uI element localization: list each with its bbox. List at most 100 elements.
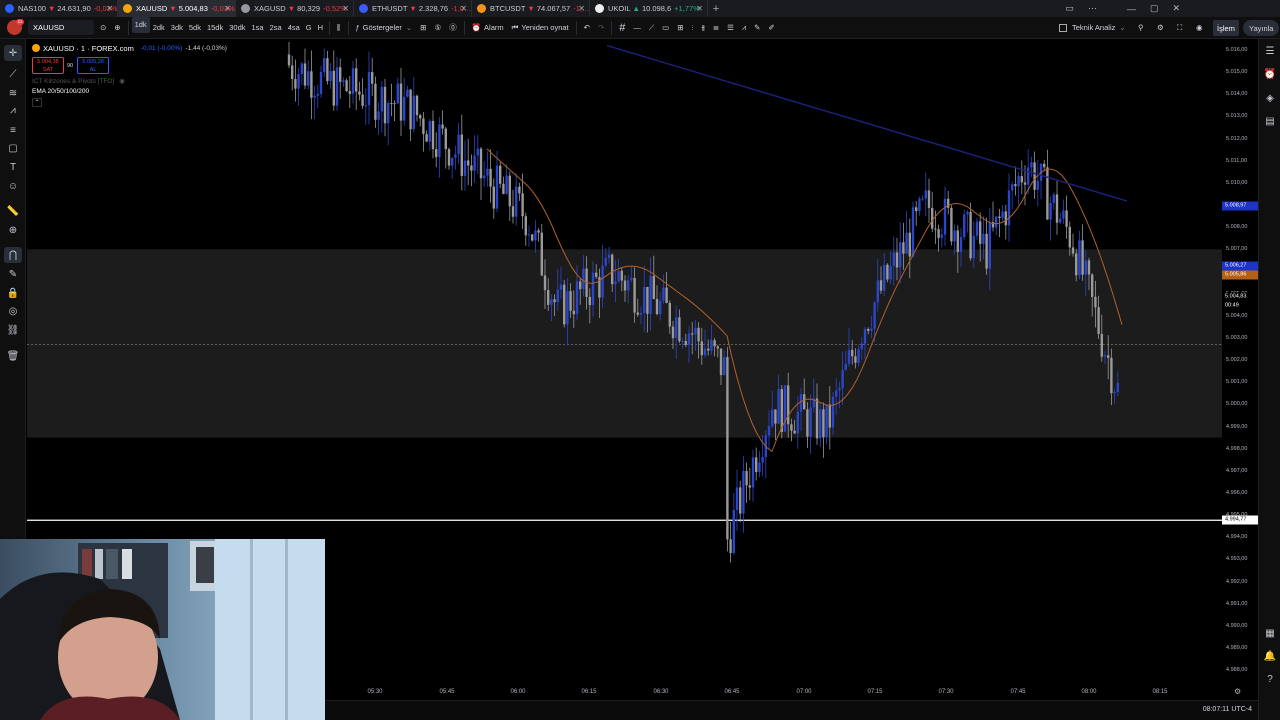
browser-tab-xauusd[interactable]: XAUUSD ▼ 5.004,83 -0,03% ✕ xyxy=(118,0,236,17)
icons-tool-icon[interactable]: ☺ xyxy=(4,178,22,194)
vertical-tools-icon[interactable]: ⫶ xyxy=(688,17,698,39)
maximize-icon[interactable]: ▢ xyxy=(1150,3,1159,14)
calendar-icon[interactable]: ▦ xyxy=(1262,625,1278,641)
compare-icon[interactable]: ⊙ xyxy=(96,17,110,39)
cast-icon[interactable]: ▭ xyxy=(1065,3,1074,14)
close-tab-icon[interactable]: ✕ xyxy=(224,4,231,13)
time-scale-settings-icon[interactable]: ⚙ xyxy=(1234,687,1241,696)
close-tab-icon[interactable]: ✕ xyxy=(696,4,703,13)
close-window-icon[interactable]: ✕ xyxy=(1172,3,1180,14)
indicator-killzones[interactable]: ICT Killzones & Pivots [TFO] ◉ xyxy=(32,76,227,86)
new-tab-icon[interactable]: + xyxy=(708,3,724,15)
templates-icon[interactable]: ⊞ xyxy=(416,17,430,39)
counter-0[interactable]: ⓪ xyxy=(445,17,461,39)
interval-15dk[interactable]: 15dk xyxy=(204,17,226,39)
candle-body xyxy=(819,409,822,439)
redo-icon[interactable]: ↷ xyxy=(594,17,608,39)
crosshair-icon[interactable]: ✛ xyxy=(4,45,22,61)
interval-G[interactable]: G xyxy=(303,17,315,39)
forecast-tool-icon[interactable]: ≡ xyxy=(4,122,22,138)
close-tab-icon[interactable]: ✕ xyxy=(342,4,349,13)
indicator-ema[interactable]: EMA 20/50/100/200 xyxy=(32,86,227,96)
fullscreen-icon[interactable]: ⛶ xyxy=(1173,17,1186,39)
alarm-button[interactable]: ⏰ Alarm xyxy=(468,17,508,39)
replay-button[interactable]: ⏮ Yeniden oynat xyxy=(508,17,573,39)
levels-icon[interactable]: ☰ xyxy=(723,17,738,39)
lightning-icon[interactable]: ⚲ xyxy=(1134,17,1148,39)
interval-30dk[interactable]: 30dk xyxy=(226,17,248,39)
collapse-legend-icon[interactable]: ⌃ xyxy=(32,98,42,107)
interval-5dk[interactable]: 5dk xyxy=(186,17,204,39)
publish-button[interactable]: Yayınla xyxy=(1243,20,1280,36)
pencil-icon[interactable]: ✐ xyxy=(764,17,778,39)
link-icon[interactable]: ⛓ xyxy=(4,322,22,338)
interval-4sa[interactable]: 4sa xyxy=(285,17,303,39)
alerts-icon[interactable]: ⏰ xyxy=(1262,66,1278,82)
browser-tab-ukoil[interactable]: UKOIL ▲ 10.098,6 +1,77% ✕ xyxy=(590,0,708,17)
close-tab-icon[interactable]: ✕ xyxy=(460,4,467,13)
trend-line-tool-icon[interactable]: ⟋ xyxy=(4,66,22,82)
drawing-mode-icon[interactable]: ✎ xyxy=(4,266,22,282)
trade-button[interactable]: İşlem xyxy=(1213,20,1239,36)
buy-button[interactable]: 5.005,28 AL xyxy=(77,57,110,74)
camera-icon[interactable]: ◉ xyxy=(1192,17,1207,39)
legend-title[interactable]: XAUUSD · 1 · FOREX.com xyxy=(43,44,134,53)
measure-icon[interactable]: ⫵ xyxy=(697,17,708,39)
interval-H[interactable]: H xyxy=(315,17,326,39)
candle-body xyxy=(582,268,585,290)
pattern-tool-icon[interactable]: ⩘ xyxy=(4,102,22,118)
hide-icon[interactable]: ◎ xyxy=(4,303,22,319)
interval-2dk[interactable]: 2dk xyxy=(150,17,168,39)
candle-body xyxy=(1046,167,1049,220)
interval-2sa[interactable]: 2sa xyxy=(267,17,285,39)
sell-button[interactable]: 5.004,38 SAT xyxy=(32,57,64,74)
chat-icon[interactable]: ▤ xyxy=(1262,113,1278,129)
ruler-icon[interactable]: 📏 xyxy=(4,203,22,219)
close-tab-icon[interactable]: ✕ xyxy=(578,4,585,13)
trash-icon[interactable]: 🗑 xyxy=(4,348,22,364)
interval-1dk[interactable]: 1dk xyxy=(131,16,150,33)
fib-icon[interactable]: ≣ xyxy=(709,17,723,39)
indicators-button[interactable]: ƒ Göstergeler ⌄ xyxy=(352,17,417,39)
browser-tab-ethusdt[interactable]: ETHUSDT ▼ 2.328,76 -1,0… ✕ xyxy=(354,0,472,17)
candle-body xyxy=(873,302,876,329)
pattern-icon[interactable]: ⩘ xyxy=(738,17,750,39)
notifications-icon[interactable]: 🔔 xyxy=(1262,648,1278,664)
browser-tab-btcusdt[interactable]: BTCUSDT ▼ 74.067,57 -1,… ✕ xyxy=(472,0,590,17)
fib-grid-icon[interactable]: ⊞ xyxy=(673,17,687,39)
zoom-icon[interactable]: ⊕ xyxy=(4,222,22,238)
watchlist-icon[interactable]: ☰ xyxy=(1262,43,1278,59)
horizontal-line-icon[interactable]: — xyxy=(629,17,645,39)
text-tool-icon[interactable]: T xyxy=(4,159,22,175)
fib-tool-icon[interactable]: ≋ xyxy=(4,85,22,101)
menu-icon[interactable]: ⋯ xyxy=(1088,3,1097,14)
eye-icon[interactable]: ◉ xyxy=(119,77,125,85)
close-tab-icon[interactable]: ✕ xyxy=(106,4,113,13)
trend-line-icon[interactable]: ⟋ xyxy=(645,17,658,39)
rectangle-icon[interactable]: ▭ xyxy=(658,17,673,39)
symbol-search-input[interactable]: XAUUSD xyxy=(28,20,94,35)
candle-body xyxy=(559,284,563,290)
minimize-icon[interactable]: — xyxy=(1127,4,1136,14)
shapes-tool-icon[interactable]: ▢ xyxy=(4,140,22,156)
layout-button[interactable]: Teknik Analiz ⌄ xyxy=(1055,17,1130,39)
counter-5[interactable]: ⑤ xyxy=(430,17,445,39)
interval-3dk[interactable]: 3dk xyxy=(168,17,186,39)
brush-icon[interactable]: ✎ xyxy=(750,17,764,39)
interval-1sa[interactable]: 1sa xyxy=(249,17,267,39)
time-tick: 06:45 xyxy=(724,689,740,695)
undo-icon[interactable]: ↶ xyxy=(580,17,594,39)
add-symbol-icon[interactable]: ⊕ xyxy=(110,17,124,39)
price-scale[interactable]: 5.016,00 5.015,00 5.014,00 5.013,00 5.012,00… xyxy=(1222,39,1258,687)
grid-icon[interactable]: # xyxy=(615,17,629,39)
magnet-icon[interactable]: ⋂ xyxy=(4,247,22,263)
candle-body xyxy=(294,78,297,89)
chart-type-icon[interactable]: ⫼ xyxy=(333,17,344,39)
help-icon[interactable]: ? xyxy=(1262,671,1278,687)
clock[interactable]: 08:07:11 UTC-4 xyxy=(1203,706,1252,713)
layers-icon[interactable]: ◈ xyxy=(1262,90,1278,106)
browser-tab-nas100[interactable]: NAS100 ▼ 24.631,90 -0,03% ✕ xyxy=(0,0,118,17)
lock-icon[interactable]: 🔒 xyxy=(4,285,22,301)
browser-tab-xagusd[interactable]: XAGUSD ▼ 80,329 -0,52% ✕ xyxy=(236,0,354,17)
settings-icon[interactable]: ⚙ xyxy=(1153,17,1168,39)
